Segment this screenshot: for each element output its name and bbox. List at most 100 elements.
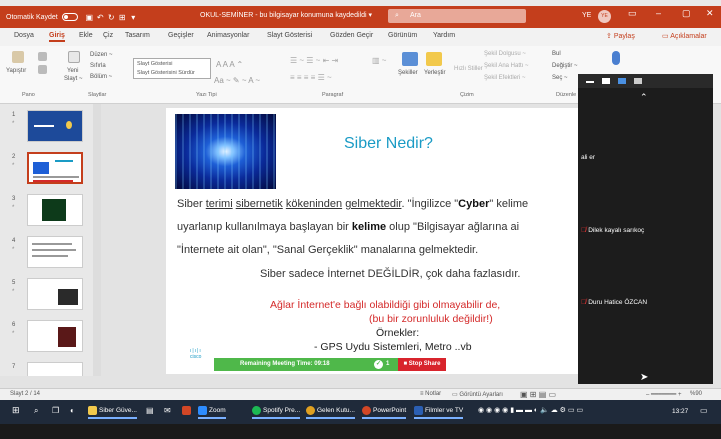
shapes-label[interactable]: Şekiller xyxy=(398,70,418,76)
notification-icon[interactable]: ▭ xyxy=(700,406,708,415)
minimize-icon[interactable]: – xyxy=(656,8,661,18)
thumbnail-7[interactable]: 7 xyxy=(0,362,93,376)
tab-dosya[interactable]: Dosya xyxy=(14,32,34,39)
cyber-tunnel-image[interactable] xyxy=(175,114,276,189)
find-button[interactable]: Bul xyxy=(552,51,561,57)
tab-animasyonlar[interactable]: Animasyonlar xyxy=(207,32,249,39)
new-slide-icon[interactable] xyxy=(68,51,80,63)
cut-icon[interactable] xyxy=(38,52,47,61)
shape-outline-button[interactable]: Şekil Ana Hattı ~ xyxy=(484,63,529,69)
shape-fill-button[interactable]: Şekil Dolgusu ~ xyxy=(484,51,526,57)
tab-slayt-gosterisi[interactable]: Slayt Gösterisi xyxy=(267,32,312,39)
zoom-level[interactable]: %90 xyxy=(690,391,702,397)
arrange-icon[interactable] xyxy=(426,52,442,66)
comments-button[interactable]: ▭ Açıklamalar xyxy=(662,32,707,40)
participant-dilek[interactable]: 🎙̸ Dilek kayalı sarıkoç xyxy=(581,227,644,234)
paste-label[interactable]: Yapıştır xyxy=(6,68,26,74)
paste-icon[interactable] xyxy=(12,51,24,63)
new-slide-label-2[interactable]: Slayt ~ xyxy=(64,76,83,82)
speaker-view-icon[interactable] xyxy=(602,78,610,84)
avatar[interactable]: YE xyxy=(598,10,611,23)
taskbar-item-powerpoint[interactable]: PowerPoint xyxy=(362,406,407,419)
undo-icon[interactable]: ↶ xyxy=(95,13,106,22)
slide-red-line-1[interactable]: Ağlar İnternet'e bağlı olabildiği gibi o… xyxy=(270,299,500,311)
thumbnail-3[interactable]: 3 * xyxy=(0,194,93,230)
list-icons[interactable]: ☰ ~ ☰ ~ ⇤ ⇥ xyxy=(290,56,338,65)
arrange-label[interactable]: Yerleştir xyxy=(424,70,445,76)
search-icon[interactable]: ⌕ xyxy=(34,406,38,416)
edge-icon[interactable]: ◐ xyxy=(70,406,75,415)
close-icon[interactable]: ✕ xyxy=(706,8,714,19)
slide-canvas[interactable]: Siber Nedir? Siber terimi sibernetik kök… xyxy=(166,108,636,374)
thumbnail-1[interactable]: 1 * xyxy=(0,110,93,146)
quick-styles-label[interactable]: Hızlı Stiller xyxy=(454,66,483,72)
tab-gozden-gecir[interactable]: Gözden Geçir xyxy=(330,32,373,39)
tab-gorunum[interactable]: Görünüm xyxy=(388,32,417,39)
gallery-view-icon[interactable] xyxy=(618,78,626,84)
replace-button[interactable]: Değiştir ~ xyxy=(552,63,578,69)
copy-icon[interactable] xyxy=(38,65,47,74)
mail-icon[interactable]: ✉ xyxy=(164,406,171,415)
tab-tasarim[interactable]: Tasarım xyxy=(125,32,150,39)
redo-icon[interactable]: ↻ xyxy=(106,13,117,22)
section-button[interactable]: Bölüm ~ xyxy=(90,74,112,80)
thumbnail-4[interactable]: 4 * xyxy=(0,236,93,272)
taskbar-item-spotify[interactable]: Spotify Pre... xyxy=(252,406,301,419)
grid-icon[interactable] xyxy=(634,78,642,84)
maximize-icon[interactable]: ▢ xyxy=(682,8,691,19)
tab-gecisler[interactable]: Geçişler xyxy=(168,32,194,39)
document-title[interactable]: OKUL-SEMİNER - bu bilgisayar konumuna ka… xyxy=(200,11,372,19)
align-icons[interactable]: ≡ ≡ ≡ ≡ ☰ ~ xyxy=(290,73,332,82)
thumbnail-5[interactable]: 5 * xyxy=(0,278,93,314)
task-view-icon[interactable]: ❐ xyxy=(52,406,59,415)
user-initials[interactable]: YE xyxy=(582,12,591,19)
slide-red-line-2[interactable]: (bu bir zorunluluk değildir!) xyxy=(369,313,493,325)
view-buttons[interactable]: ▣ ⊞ ▤ ▭ xyxy=(520,390,556,399)
store-icon[interactable]: ▤ xyxy=(146,406,154,415)
present-icon[interactable]: ⊞ xyxy=(117,13,128,22)
participant-duru[interactable]: 🎙̸ Duru Hatice ÖZCAN xyxy=(581,299,647,306)
taskbar-item-siber[interactable]: Siber Güve... xyxy=(88,406,137,419)
new-slide-label[interactable]: Yeni xyxy=(67,68,78,74)
reset-button[interactable]: Sıfırla xyxy=(90,63,106,69)
clock[interactable]: 13:27 xyxy=(672,408,688,415)
search-box[interactable]: ⌕ Ara xyxy=(388,9,526,23)
microphone-icon[interactable] xyxy=(612,51,620,65)
slide-line-2[interactable]: uyarlanıp kullanılmaya başlayan bir keli… xyxy=(177,221,519,233)
taskbar-item-films[interactable]: Filmler ve TV xyxy=(414,406,464,419)
font-color-icons[interactable]: Aa ~ ✎ ~ A ~ xyxy=(214,76,260,85)
tab-ekle[interactable]: Ekle xyxy=(79,32,93,39)
display-settings-button[interactable]: ▭ Görüntü Ayarları xyxy=(452,391,503,398)
tab-yardim[interactable]: Yardım xyxy=(433,32,455,39)
slide-line-3[interactable]: "İnternete ait olan", "Sanal Gerçeklik" … xyxy=(177,244,478,256)
thumbnail-scrollbar[interactable] xyxy=(93,104,101,376)
slide-line-4[interactable]: Siber sadece İnternet DEĞİLDİR, çok daha… xyxy=(260,268,520,280)
customize-icon[interactable]: ▾ xyxy=(128,13,139,22)
column-icons[interactable]: ▥ ~ xyxy=(372,56,386,65)
slide-line-1[interactable]: Siber terimi sibernetik kökeninden gelme… xyxy=(177,198,528,210)
layout-button[interactable]: Düzen ~ xyxy=(90,52,113,58)
tab-giris[interactable]: Giriş xyxy=(49,32,65,42)
stop-share-button[interactable]: ■ Stop Share xyxy=(398,358,446,371)
select-button[interactable]: Seç ~ xyxy=(552,75,568,81)
tray-app-icons[interactable]: ◉ ◉ ◉ ◉ ▮ ▬ ▬ ◐ 🔈 ☁ ⚙ ▭ ▭ xyxy=(478,406,583,414)
tab-ciz[interactable]: Çiz xyxy=(103,32,113,39)
shapes-icon[interactable] xyxy=(402,52,418,66)
slide-examples[interactable]: Örnekler: xyxy=(376,327,419,339)
participant-ali-er[interactable]: ali er xyxy=(581,154,595,161)
zoom-meeting-bar[interactable]: Remaining Meeting Time: 09:18 ✓ 1 ■ Stop… xyxy=(214,358,446,371)
thumbnail-6[interactable]: 6 * xyxy=(0,320,93,356)
notes-button[interactable]: ≡ Notlar xyxy=(420,391,441,397)
chevron-up-icon[interactable]: ⌃ xyxy=(640,92,648,103)
thumbnail-2[interactable]: 2 * xyxy=(0,152,93,188)
windows-start-icon[interactable]: ⊞ xyxy=(12,405,20,416)
taskbar-item-zoom[interactable]: Zoom xyxy=(198,406,226,419)
slide-gps[interactable]: - GPS Uydu Sistemleri, Metro ..vb xyxy=(314,341,472,353)
save-icon[interactable]: ▣ xyxy=(84,13,95,22)
shape-effects-button[interactable]: Şekil Efektleri ~ xyxy=(484,75,526,81)
font-size-icons[interactable]: A A A ⌃ xyxy=(216,60,243,69)
autosave-toggle[interactable] xyxy=(61,13,78,21)
share-button[interactable]: ⇪ Paylaş xyxy=(606,32,635,40)
ribbon-display-icon[interactable]: ▭ xyxy=(628,8,637,19)
font-name-box[interactable]: Slayt Gösterisi Slayt Gösterisini Sürdür xyxy=(133,58,211,79)
